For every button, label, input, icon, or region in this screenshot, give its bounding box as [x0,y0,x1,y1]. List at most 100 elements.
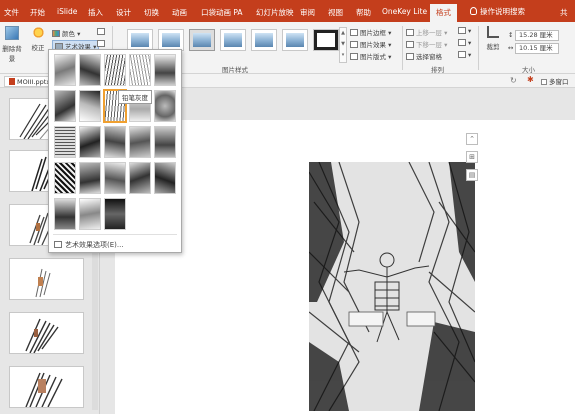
picture-style-4[interactable] [220,29,246,51]
effect-light-screen[interactable] [79,198,101,230]
effect-mosaic[interactable] [54,126,76,158]
picture-layout-button[interactable]: 图片版式 ▾ [350,51,391,61]
tab-format[interactable]: 格式 [430,4,457,22]
selection-pane-icon [406,53,414,60]
picture-style-3[interactable] [189,29,215,51]
corrections-button[interactable]: 校正 [28,26,48,52]
effect-blur-soft[interactable] [154,90,176,122]
change-picture-icon[interactable] [97,40,107,48]
slide-thumbnail-art [35,268,51,298]
height-icon: ↕ [508,31,514,39]
tab-view[interactable]: 视图 [328,7,343,18]
effect-film-grain[interactable] [79,126,101,158]
effect-marker[interactable] [79,54,101,86]
pptx-file-icon [9,78,15,85]
bring-forward-button[interactable]: 上移一层 ▾ [406,27,447,37]
artistic-effects-gallery: 艺术效果选项(E)... [48,49,182,253]
picture-options-icon[interactable]: ▤ [466,169,478,181]
tab-transitions[interactable]: 切换 [144,7,159,18]
tab-home[interactable]: 开始 [30,7,45,18]
picture-style-5[interactable] [251,29,277,51]
picture-style-6[interactable] [282,29,308,51]
tab-help[interactable]: 帮助 [356,7,371,18]
artistic-effects-options[interactable]: 艺术效果选项(E)... [54,240,124,250]
tab-slideshow[interactable]: 幻灯片放映 [256,7,294,18]
ribbon-separator [402,26,403,70]
effect-photocopy[interactable] [154,162,176,194]
color-button[interactable]: 颜色 ▾ [52,28,80,38]
settings-gear-icon[interactable]: ✱ [527,75,534,84]
ribbon-separator [478,26,479,70]
crop-button[interactable]: 裁剪 [482,26,504,51]
tab-insert[interactable]: 插入 [88,7,103,18]
design-ideas-icon[interactable]: ⊞ [466,151,478,163]
share-button[interactable]: 共 [560,7,568,18]
height-input[interactable]: 15.28 厘米 [515,30,559,41]
picture-border-button[interactable]: 图片边框 ▾ [350,27,391,37]
effect-chalk-sketch[interactable] [154,54,176,86]
current-slide [115,120,575,414]
slide-thumbnail[interactable] [9,258,84,300]
send-backward-button[interactable]: 下移一层 ▾ [406,39,447,49]
effect-crisscross-etching[interactable] [54,162,76,194]
layout-options-icon[interactable]: ⌃ [466,133,478,145]
effect-none[interactable] [54,54,76,86]
width-icon: ↔ [508,44,514,52]
gallery-separator [53,234,177,235]
tab-pocket-animation[interactable]: 口袋动画 PA [201,7,243,18]
slide-thumbnail[interactable] [9,312,84,354]
slide-thumbnail[interactable] [9,366,84,408]
width-input[interactable]: 10.15 厘米 [515,43,559,54]
rotate-button[interactable]: ▾ [458,51,471,59]
align-button[interactable]: ▾ [458,27,471,35]
arrange-group-label: 排列 [431,66,444,74]
effect-line-drawing[interactable] [129,54,151,86]
tab-review[interactable]: 审阅 [300,7,315,18]
selection-pane-button[interactable]: 选择窗格 [406,51,442,61]
picture-layout-icon [350,53,358,60]
effect-glow-edges[interactable] [54,198,76,230]
sun-icon [31,26,45,39]
effect-texturizer[interactable] [154,126,176,158]
group-icon [458,39,466,46]
multi-window-button[interactable]: 多窗口 [541,76,569,86]
tab-animations[interactable]: 动画 [172,7,187,18]
tab-file[interactable]: 文件 [4,7,19,18]
tab-design[interactable]: 设计 [116,7,131,18]
picture-style-2[interactable] [158,29,184,51]
picture-border-icon [350,29,358,36]
rotate-icon [458,51,466,58]
slide-thumbnail-art [25,318,59,353]
effect-pencil-sketch[interactable] [104,54,126,86]
refresh-icon[interactable]: ↻ [510,76,517,85]
effect-paint-strokes[interactable] [54,90,76,122]
remove-background-button[interactable]: 删除背景 [0,26,24,63]
align-icon [458,27,466,34]
tell-me-search[interactable]: 操作说明搜索 [470,6,525,17]
effect-cutout[interactable] [129,162,151,194]
effect-paint-brush[interactable] [79,90,101,122]
picture-style-1[interactable] [127,29,153,51]
group-button[interactable]: ▾ [458,39,471,47]
picture-effects-button[interactable]: 图片效果 ▾ [350,39,391,49]
crop-icon [487,26,499,38]
tab-onekey-lite[interactable]: OneKey Lite [382,7,427,16]
send-backward-icon [406,41,414,48]
remove-background-icon [5,26,19,40]
multi-window-checkbox [541,79,547,85]
effect-cement[interactable] [129,126,151,158]
picture-styles-group-label: 图片样式 [222,66,248,74]
effect-watercolor-sponge[interactable] [104,198,126,230]
picture-style-7[interactable] [313,29,339,51]
artistic-effects-options-icon [54,241,62,248]
effect-glow-diffused[interactable] [104,126,126,158]
bring-forward-icon [406,29,414,36]
lightbulb-icon [470,7,477,15]
effect-plastic-wrap[interactable] [104,162,126,194]
compress-pictures-icon[interactable] [97,28,107,36]
picture-styles-more-button[interactable]: ▲ ▼ ▾ [339,27,347,63]
pencil-sketch-picture[interactable] [309,162,475,411]
ribbon-tab-bar: 文件 开始 iSlide 插入 设计 切换 动画 口袋动画 PA 幻灯片放映 审… [0,0,575,22]
tab-islide[interactable]: iSlide [57,7,77,16]
effect-pastels-smooth[interactable] [79,162,101,194]
